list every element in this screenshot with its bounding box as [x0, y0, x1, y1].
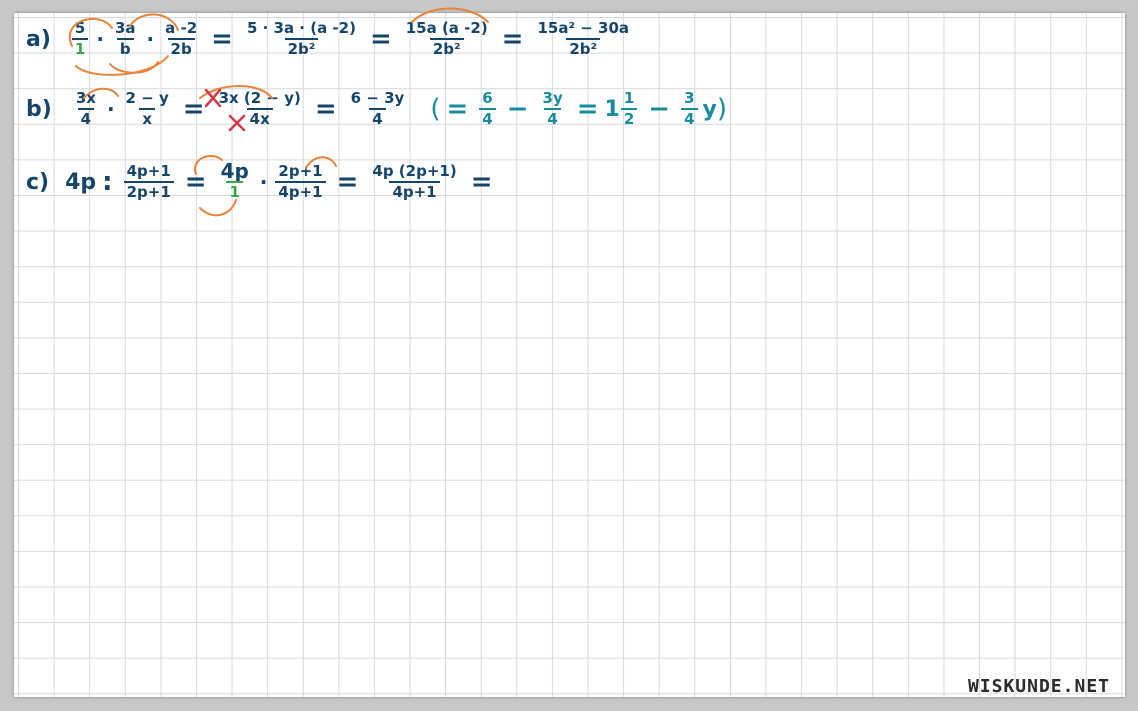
fraction-c-term: 4p 1 — [220, 159, 249, 201]
fraction-a-3: a -2 2b — [165, 19, 198, 58]
exercise-label-b: b) — [26, 96, 52, 122]
mixed-number: 1 1 2 — [605, 90, 643, 128]
equals-sign: = — [470, 167, 493, 197]
fraction-a-4: 5 · 3a · (a -2) 2b² — [246, 19, 356, 58]
fraction-c-3: 4p (2p+1) 4p+1 — [372, 162, 457, 201]
equals-sign: = — [184, 167, 207, 197]
fraction-aside-3: 3 4 — [681, 90, 698, 128]
fraction-a-1: 5 1 — [71, 20, 89, 58]
equals-sign: = — [369, 24, 392, 54]
fraction-a-5: 15a (a -2) 2b² — [405, 19, 488, 58]
divide-colon: : — [102, 167, 113, 197]
fraction-b-1: 3x 4 — [75, 89, 96, 128]
equals-sign: = — [336, 167, 359, 197]
equals-sign: = — [314, 94, 337, 124]
fraction-a-2: 3a b — [114, 19, 136, 58]
multiply-dot: · — [106, 97, 115, 121]
multiply-dot: · — [146, 27, 155, 51]
aside-rewrite: ( = 6 4 − 3y 4 = 1 1 2 − 3 4 y ) — [430, 89, 728, 128]
multiply-dot: · — [259, 170, 268, 194]
equals-sign: = — [211, 24, 233, 54]
fraction-b-3: 3x (2 − y) 4x — [218, 89, 301, 128]
exercise-b: b) 3x 4 · 2 − y x = 3x (2 − y) 4x = 6 − … — [26, 90, 727, 128]
equals-sign: = — [182, 94, 205, 124]
fraction-aside-2: 3y 4 — [542, 89, 563, 128]
fraction-b-2: 2 − y x — [125, 89, 169, 128]
exercise-c: c) 4p : 4p+1 2p+1 = 4p 1 · 2p+1 4p+1 = 4… — [26, 159, 498, 201]
exercise-label-a: a) — [26, 26, 51, 52]
site-watermark: WISKUNDE.NET — [967, 676, 1110, 697]
fraction-aside-1: 6 4 — [479, 90, 496, 128]
term-4p: 4p — [65, 169, 97, 195]
exercise-label-c: c) — [26, 169, 50, 195]
equals-sign: = — [501, 24, 524, 54]
multiply-dot: · — [96, 27, 104, 51]
fraction-c-2: 2p+1 4p+1 — [275, 163, 326, 201]
fraction-c-1: 4p+1 2p+1 — [123, 163, 174, 201]
fraction-b-4: 6 − 3y 4 — [350, 89, 405, 128]
exercise-a: a) 5 1 · 3a b · a -2 2b = 5 · 3a · (a -2… — [26, 20, 637, 58]
fraction-a-6: 15a² − 30a 2b² — [537, 19, 630, 58]
